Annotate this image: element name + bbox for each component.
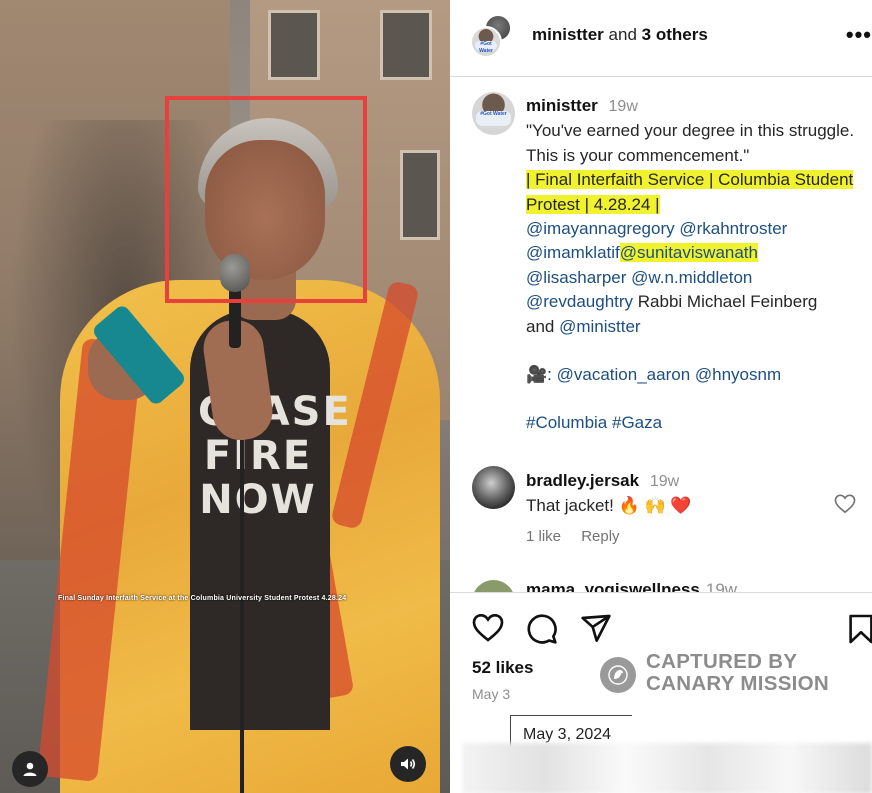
mention-link[interactable]: @hnyosnm	[695, 365, 781, 384]
post-media[interactable]: CEASE FIRE NOW Final Sunday Interfaith S…	[0, 0, 450, 793]
comment-text: That jacket!	[526, 496, 614, 515]
post-actions: 52 likes May 3 CAPTURED BY CANARY MISSIO…	[450, 592, 872, 793]
blurred-comment-input	[462, 743, 872, 793]
video-caption: Final Sunday Interfaith Service at the C…	[58, 595, 347, 602]
co-authors-link[interactable]: 3 others	[642, 25, 708, 44]
post-panel: #Got Water ministter and 3 others ••• #G…	[450, 0, 872, 793]
caption-plain-text: and	[526, 316, 555, 336]
hashtag-link[interactable]: #Gaza	[612, 413, 662, 432]
likes-count[interactable]: 52 likes	[472, 658, 533, 678]
mention-link[interactable]: @revdaughtry	[526, 292, 633, 311]
avatar[interactable]	[472, 580, 515, 592]
comment-username[interactable]: mama_yogiswellness 19w	[526, 580, 737, 592]
comment-bubble-icon[interactable]	[526, 613, 558, 645]
comment-meta: 1 like Reply	[526, 528, 636, 545]
comment-body: bradley.jersak 19w That jacket! 🔥 🙌 ❤️	[526, 469, 692, 518]
window	[380, 10, 432, 80]
avatar[interactable]: #Got Water	[470, 26, 502, 58]
watermark-line: CANARY MISSION	[646, 672, 830, 695]
caption-text: ministter 19w "You've earned your degree…	[526, 94, 872, 436]
canary-bird-logo-icon	[600, 657, 636, 693]
window	[268, 10, 320, 80]
comment-username[interactable]: bradley.jersak	[526, 471, 639, 490]
like-comment-heart-icon[interactable]	[834, 494, 856, 514]
caption-plain-text: :	[547, 365, 552, 385]
hashtag-link[interactable]: #Columbia	[526, 413, 607, 432]
capture-date: May 3, 2024	[523, 726, 612, 743]
post-authors: ministter and 3 others	[532, 25, 708, 45]
tagged-users-button[interactable]	[12, 751, 48, 787]
post-date[interactable]: May 3	[472, 686, 510, 702]
owner-username[interactable]: ministter	[532, 25, 604, 44]
avatar[interactable]: #Got Water	[472, 92, 515, 135]
comment-emojis: 🔥 🙌 ❤️	[618, 496, 692, 515]
watermark-line: CAPTURED BY	[646, 650, 798, 673]
face-annotation-box	[165, 96, 367, 303]
user-icon	[23, 762, 37, 776]
caption-plain-text: Rabbi Michael Feinberg	[637, 292, 818, 312]
caption-highlighted-title: | Final Interfaith Service | Columbia St…	[526, 170, 854, 214]
canary-mission-watermark: CAPTURED BY CANARY MISSION	[600, 651, 870, 699]
video-camera-icon: 🎥	[526, 365, 548, 385]
comment: mama_yogiswellness 19w	[450, 578, 872, 592]
caption-time[interactable]: 19w	[609, 98, 638, 115]
mention-link[interactable]: @imamklatif	[526, 243, 620, 262]
comment-reply-button[interactable]: Reply	[581, 528, 619, 545]
like-heart-icon[interactable]	[472, 613, 504, 643]
mention-link[interactable]: @imayannagregory	[526, 219, 675, 238]
mention-link[interactable]: @lisasharper	[526, 268, 626, 287]
speaker-icon	[401, 758, 416, 770]
mention-link-highlighted[interactable]: @sunitaviswanath	[619, 243, 758, 263]
avatar[interactable]	[472, 466, 515, 509]
caption-username[interactable]: ministter	[526, 96, 598, 115]
comment-likes-link[interactable]: 1 like	[526, 528, 561, 545]
authors-connector: and	[608, 25, 637, 44]
more-options-icon[interactable]: •••	[846, 22, 872, 48]
share-send-icon[interactable]	[580, 613, 612, 643]
mention-link[interactable]: @w.n.middleton	[631, 268, 752, 287]
mention-link[interactable]: @vacation_aaron	[557, 365, 691, 384]
caption-quote: "You've earned your degree in this strug…	[526, 121, 855, 165]
save-bookmark-icon[interactable]	[848, 613, 872, 645]
window	[400, 150, 440, 240]
mention-link[interactable]: @rkahntroster	[679, 219, 787, 238]
comment-time[interactable]: 19w	[706, 580, 737, 592]
post-header: #Got Water ministter and 3 others •••	[450, 0, 872, 77]
comment-time[interactable]: 19w	[650, 473, 679, 490]
mute-toggle-button[interactable]	[390, 746, 426, 782]
microphone-cable	[240, 440, 244, 793]
collab-avatars[interactable]: #Got Water	[470, 14, 512, 58]
mention-link[interactable]: @ministter	[559, 317, 641, 336]
